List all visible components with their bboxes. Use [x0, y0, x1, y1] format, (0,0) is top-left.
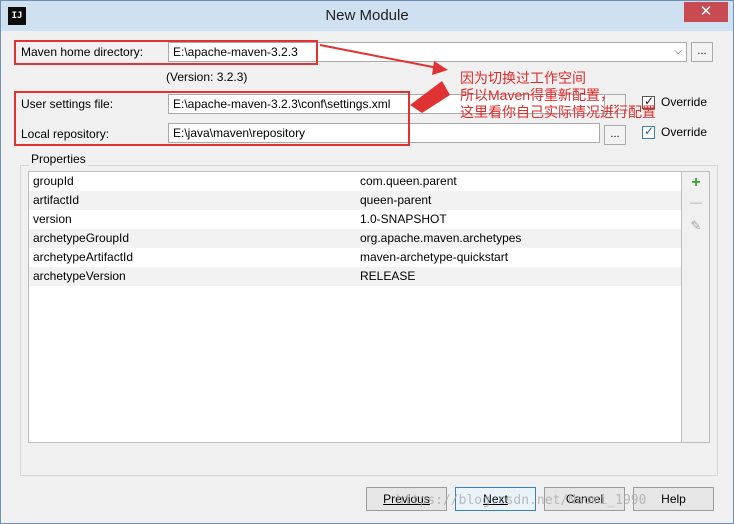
property-value: maven-archetype-quickstart	[360, 250, 509, 264]
annotation-line-3: 这里看你自己实际情况进行配置	[460, 104, 656, 120]
local-repository-override-checkbox[interactable]: ✓	[642, 124, 655, 139]
dialog-content: Maven home directory: E:\apache-maven-3.…	[8, 31, 726, 518]
annotation-text: 因为切换过工作空间 所以Maven得重新配置， 这里看你自己实际情况进行配置	[460, 70, 656, 121]
arrow-line-upper	[319, 44, 444, 70]
annotation-arrows	[319, 44, 450, 113]
property-value: queen-parent	[360, 193, 432, 207]
annotation-line-1: 因为切换过工作空间	[460, 70, 586, 86]
property-value: com.queen.parent	[360, 174, 457, 188]
table-row[interactable]: groupId com.queen.parent	[29, 172, 681, 191]
remove-icon[interactable]: —	[688, 195, 704, 209]
chevron-down-icon[interactable]: ⌵	[674, 43, 682, 61]
property-name: archetypeVersion	[33, 269, 126, 283]
local-repository-override-label: Override	[661, 125, 708, 139]
table-row[interactable]: version 1.0-SNAPSHOT	[29, 210, 681, 229]
check-icon: ✓	[644, 124, 655, 138]
table-row[interactable]: archetypeVersion RELEASE	[29, 267, 681, 286]
edit-icon[interactable]: ✎	[688, 218, 704, 234]
properties-group-title: Properties	[29, 152, 88, 166]
watermark-text: https://blog.csdn.net/Naomi_1990	[396, 493, 647, 508]
table-row[interactable]: archetypeGroupId org.apache.maven.archet…	[29, 229, 681, 248]
add-icon[interactable]: +	[688, 174, 704, 192]
property-value: 1.0-SNAPSHOT	[360, 212, 447, 226]
maven-version-text: (Version: 3.2.3)	[166, 70, 248, 84]
properties-table[interactable]: groupId com.queen.parent artifactId quee…	[28, 171, 682, 443]
arrow-head-lower-icon	[410, 81, 450, 113]
maven-home-browse-button[interactable]: ...	[691, 42, 713, 62]
table-row[interactable]: artifactId queen-parent	[29, 191, 681, 210]
user-settings-override-label: Override	[661, 95, 708, 109]
property-name: archetypeArtifactId	[33, 250, 134, 264]
property-name: archetypeGroupId	[33, 231, 130, 245]
table-row[interactable]: archetypeArtifactId maven-archetype-quic…	[29, 248, 681, 267]
property-name: artifactId	[33, 193, 80, 207]
property-name: version	[33, 212, 72, 226]
local-repository-browse-button[interactable]: ...	[604, 125, 626, 145]
arrow-head-upper-icon	[432, 61, 448, 75]
window-title: New Module	[325, 7, 409, 24]
title-bar[interactable]: IJ New Module ✕	[1, 1, 733, 31]
annotation-box-maven-home	[14, 40, 318, 65]
property-name: groupId	[33, 174, 74, 188]
new-module-dialog: IJ New Module ✕ Maven home directory: E:…	[0, 0, 734, 524]
property-value: RELEASE	[360, 269, 416, 283]
properties-toolbar: + — ✎	[682, 171, 710, 443]
close-button[interactable]: ✕	[684, 2, 728, 22]
annotation-line-2: 所以Maven得重新配置，	[460, 87, 615, 103]
property-value: org.apache.maven.archetypes	[360, 231, 522, 245]
